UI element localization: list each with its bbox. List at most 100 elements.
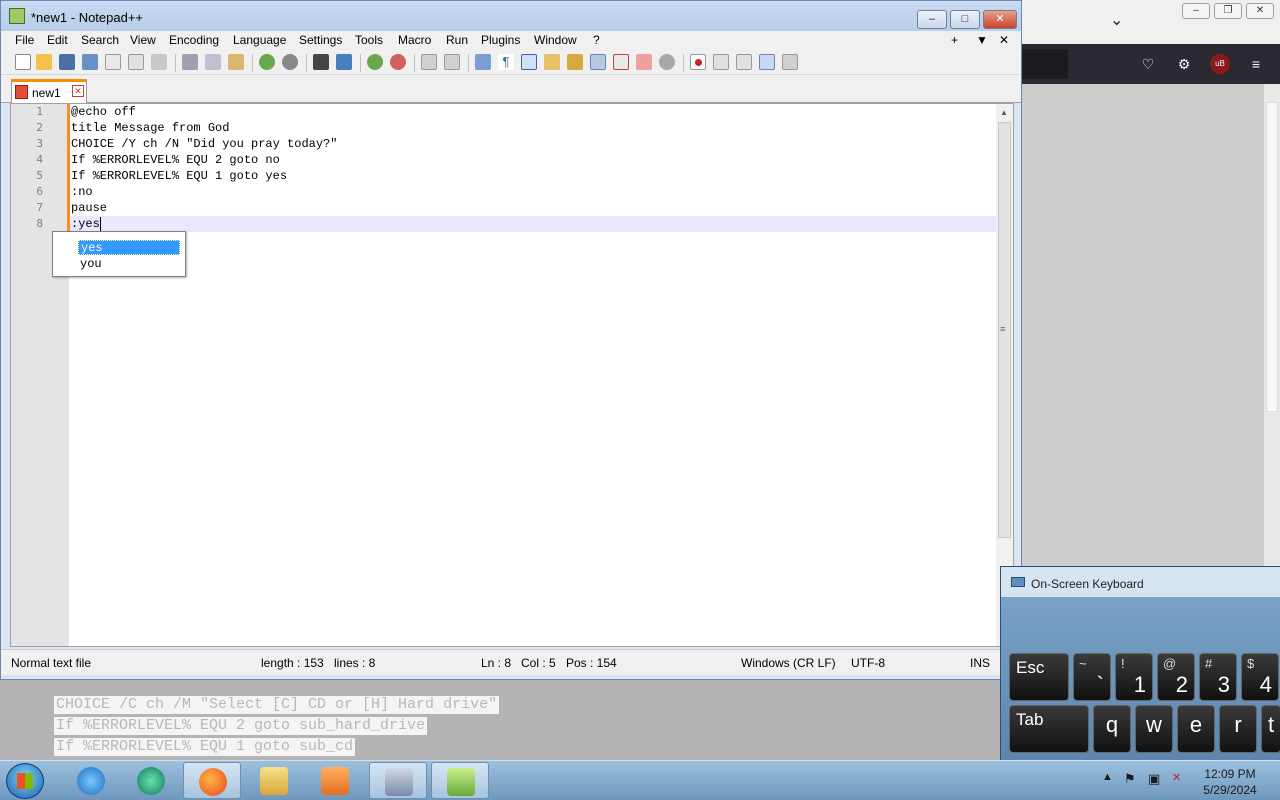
status-encoding[interactable]: UTF-8 [851,656,885,670]
browser-restore-button[interactable]: ❐ [1214,3,1242,19]
show-hidden-icons-icon[interactable]: ▲ [1102,771,1113,783]
folder-workspace-icon[interactable] [636,54,652,70]
record-macro-icon[interactable] [690,54,706,70]
menu-edit[interactable]: Edit [47,33,68,47]
menu-icon[interactable]: ≡ [1246,54,1266,74]
scroll-up-icon[interactable]: ▲ [1000,108,1008,117]
key-2[interactable]: @2 [1157,653,1195,701]
code-line[interactable]: CHOICE /Y ch /N "Did you pray today?" [70,136,997,152]
zoom-in-icon[interactable] [367,54,383,70]
code-text[interactable]: @echo off title Message from God CHOICE … [70,104,997,646]
redo-icon[interactable] [282,54,298,70]
key-3[interactable]: #3 [1199,653,1237,701]
taskbar-internet-explorer[interactable] [62,762,120,799]
browser-close-button[interactable]: ✕ [1246,3,1274,19]
paste-icon[interactable] [228,54,244,70]
close-button[interactable]: ✕ [983,10,1017,29]
taskbar-app-green[interactable] [122,762,180,799]
taskbar-file-explorer[interactable] [245,762,303,799]
code-line[interactable]: @echo off [70,104,997,120]
clock[interactable]: 12:09 PM 5/29/2024 [1200,766,1260,798]
key-esc[interactable]: Esc [1009,653,1069,701]
word-wrap-icon[interactable] [475,54,491,70]
menu-tools[interactable]: Tools [355,33,383,47]
menu-help[interactable]: ? [593,33,600,47]
key-backtick[interactable]: ~ ` [1073,653,1111,701]
maximize-button[interactable]: □ [950,10,980,29]
udl-icon[interactable] [544,54,560,70]
menu-macro[interactable]: Macro [398,33,431,47]
key-r[interactable]: r [1219,705,1257,753]
undo-icon[interactable] [259,54,275,70]
key-w[interactable]: w [1135,705,1173,753]
code-line[interactable]: If %ERRORLEVEL% EQU 1 goto yes [70,168,997,184]
doc-map-icon[interactable] [567,54,583,70]
taskbar-osk[interactable] [369,762,427,799]
taskbar-firefox[interactable] [183,762,241,799]
ublock-icon[interactable]: uB [1210,54,1230,74]
stop-macro-icon[interactable] [713,54,729,70]
menu-file[interactable]: File [15,33,34,47]
browser-minimize-button[interactable]: – [1182,3,1210,19]
menu-run[interactable]: Run [446,33,468,47]
start-button[interactable] [6,763,44,799]
browser-scrollbar[interactable] [1264,84,1280,566]
status-insert-mode[interactable]: INS [970,656,990,670]
menu-plugins[interactable]: Plugins [481,33,520,47]
key-4[interactable]: $4 [1241,653,1279,701]
menu-dropdown-button[interactable]: ▼ [976,33,988,47]
copy-icon[interactable] [205,54,221,70]
browser-scroll-thumb[interactable] [1266,102,1278,412]
save-macro-icon[interactable] [782,54,798,70]
indent-guide-icon[interactable] [521,54,537,70]
menu-window[interactable]: Window [534,33,577,47]
action-center-flag-icon[interactable]: ⚑ [1124,771,1136,787]
network-icon[interactable]: ▣ [1148,771,1160,787]
extensions-icon[interactable]: ⚙ [1174,54,1194,74]
menu-settings[interactable]: Settings [299,33,342,47]
taskbar-media-player[interactable] [306,762,364,799]
code-line[interactable]: title Message from God [70,120,997,136]
menu-search[interactable]: Search [81,33,119,47]
menu-close-doc-button[interactable]: ✕ [999,33,1009,47]
close-file-icon[interactable] [105,54,121,70]
key-e[interactable]: e [1177,705,1215,753]
key-q[interactable]: q [1093,705,1131,753]
menu-language[interactable]: Language [233,33,286,47]
zoom-out-icon[interactable] [390,54,406,70]
run-macro-multiple-icon[interactable] [759,54,775,70]
list-all-tabs-button[interactable]: ⌄ [1110,10,1123,30]
cut-icon[interactable] [182,54,198,70]
url-bar[interactable] [1022,49,1068,79]
tab-new1[interactable]: new1 ✕ [11,79,87,103]
menu-add-button[interactable]: + [951,33,958,47]
save-icon[interactable] [59,54,75,70]
status-eol[interactable]: Windows (CR LF) [741,656,836,670]
monitoring-icon[interactable] [659,54,675,70]
vertical-scrollbar[interactable]: ▲ ≡ ▼ [996,104,1013,646]
taskbar-notepadpp[interactable] [431,762,489,799]
code-line[interactable]: :no [70,184,997,200]
close-all-icon[interactable] [128,54,144,70]
replace-icon[interactable] [336,54,352,70]
volume-muted-icon[interactable]: ✕ [1172,771,1181,784]
save-all-icon[interactable] [82,54,98,70]
sync-horizontal-icon[interactable] [444,54,460,70]
doc-list-icon[interactable] [590,54,606,70]
find-icon[interactable] [313,54,329,70]
menu-encoding[interactable]: Encoding [169,33,219,47]
editor-area[interactable]: 1 2 3 4 5 6 7 8 @echo off title Message … [10,103,1014,647]
show-all-chars-icon[interactable]: ¶ [498,54,514,70]
open-file-icon[interactable] [36,54,52,70]
code-line[interactable]: If %ERRORLEVEL% EQU 2 goto no [70,152,997,168]
sync-vertical-icon[interactable] [421,54,437,70]
play-macro-icon[interactable] [736,54,752,70]
tab-close-icon[interactable]: ✕ [72,85,84,97]
key-1[interactable]: ! 1 [1115,653,1153,701]
function-list-icon[interactable] [613,54,629,70]
print-icon[interactable] [151,54,167,70]
key-t[interactable]: t [1261,705,1280,753]
autocomplete-item-selected[interactable]: yes [78,240,180,255]
new-file-icon[interactable] [15,54,31,70]
minimize-button[interactable]: – [917,10,947,29]
